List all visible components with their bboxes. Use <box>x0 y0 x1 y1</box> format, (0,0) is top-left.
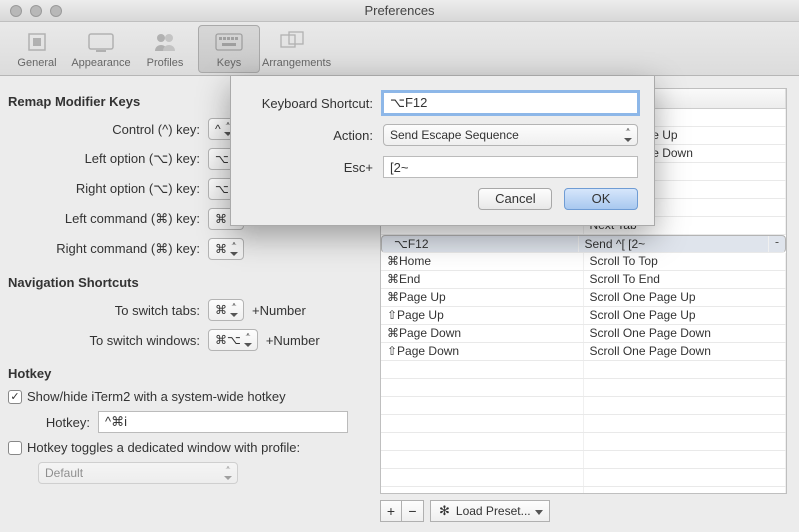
showhide-checkbox[interactable] <box>8 390 22 404</box>
cell-key <box>381 433 584 450</box>
cell-action <box>584 451 787 468</box>
profiles-icon <box>149 29 181 55</box>
appearance-icon <box>85 29 117 55</box>
tab-general[interactable]: General <box>6 26 68 72</box>
tab-keys[interactable]: Keys <box>198 25 260 73</box>
cell-action: Send ^[ [2~ <box>579 236 770 252</box>
table-row[interactable] <box>381 415 786 433</box>
remap-label: Right command (⌘) key: <box>8 241 208 257</box>
ok-button[interactable]: OK <box>564 188 638 210</box>
table-row[interactable] <box>381 469 786 487</box>
tab-label: Profiles <box>134 57 196 69</box>
cell-action: Scroll To End <box>584 271 787 288</box>
cell-action <box>584 397 787 414</box>
window-title: Preferences <box>0 3 799 18</box>
action-select[interactable]: Send Escape Sequence <box>383 124 638 146</box>
cell-key: ⇧Page Up <box>381 307 584 324</box>
cell-key <box>381 415 584 432</box>
table-row[interactable]: ⌘Page DownScroll One Page Down <box>381 325 786 343</box>
table-row[interactable] <box>381 433 786 451</box>
table-row[interactable]: ⌘Page UpScroll One Page Up <box>381 289 786 307</box>
remap-label: Right option (⌥) key: <box>8 181 208 197</box>
table-row[interactable]: ⌘EndScroll To End <box>381 271 786 289</box>
profile-select[interactable]: Default <box>38 462 238 484</box>
hotkey-title: Hotkey <box>8 366 370 381</box>
tab-appearance[interactable]: Appearance <box>70 26 132 72</box>
toggle-window-checkbox[interactable] <box>8 441 22 455</box>
table-row[interactable]: ⌥F12Send ^[ [2~ <box>381 235 786 253</box>
tab-label: Arrangements <box>262 57 324 69</box>
tab-label: Keys <box>199 57 259 69</box>
table-row[interactable]: ⇧Page DownScroll One Page Down <box>381 343 786 361</box>
remove-mapping-button[interactable]: − <box>402 500 424 522</box>
switch-tabs-select[interactable]: ⌘ <box>208 299 244 321</box>
load-preset-button[interactable]: ✻ Load Preset... <box>430 500 550 522</box>
edit-keymap-sheet: Keyboard Shortcut: ⌥F12 Action: Send Esc… <box>230 76 655 226</box>
tab-arrangements[interactable]: Arrangements <box>262 26 324 72</box>
table-row[interactable]: ⌘HomeScroll To Top <box>381 253 786 271</box>
table-row[interactable] <box>381 379 786 397</box>
switch-tabs-label: To switch tabs: <box>8 303 208 318</box>
add-mapping-button[interactable]: + <box>380 500 402 522</box>
remap-label: Control (^) key: <box>8 122 208 137</box>
cell-key <box>381 361 584 378</box>
esc-field[interactable]: [2~ <box>383 156 638 178</box>
cell-action <box>584 415 787 432</box>
table-row[interactable] <box>381 451 786 469</box>
arrangements-icon <box>277 29 309 55</box>
cell-action <box>584 379 787 396</box>
switch-tabs-suffix: +Number <box>252 303 306 318</box>
switch-windows-suffix: +Number <box>266 333 320 348</box>
cell-key <box>381 487 584 493</box>
shortcut-field[interactable]: ⌥F12 <box>383 92 638 114</box>
cell-action <box>584 469 787 486</box>
cell-key <box>381 379 584 396</box>
gear-icon: ✻ <box>439 503 450 519</box>
table-row[interactable]: ⇧Page UpScroll One Page Up <box>381 307 786 325</box>
cell-action <box>584 487 787 493</box>
tab-label: Appearance <box>70 57 132 69</box>
cell-key <box>381 397 584 414</box>
toggle-window-label: Hotkey toggles a dedicated window with p… <box>27 440 300 455</box>
load-preset-label: Load Preset... <box>456 504 531 518</box>
remap-select[interactable]: ⌘ <box>208 238 244 260</box>
cell-key: ⌘Page Up <box>381 289 584 306</box>
cell-key <box>381 469 584 486</box>
pref-toolbar: General Appearance Profiles Keys Arrange… <box>0 22 799 76</box>
cell-action: Scroll One Page Down <box>584 325 787 342</box>
cell-key: ⇧Page Down <box>381 343 584 360</box>
table-row[interactable] <box>381 397 786 415</box>
cell-action: Scroll One Page Down <box>584 343 787 360</box>
cell-action <box>584 361 787 378</box>
cell-action: Scroll To Top <box>584 253 787 270</box>
tab-label: General <box>6 57 68 69</box>
cell-key: ⌥F12 <box>388 236 579 252</box>
switch-windows-label: To switch windows: <box>8 333 208 348</box>
action-label: Action: <box>243 128 383 143</box>
shortcut-label: Keyboard Shortcut: <box>243 96 383 111</box>
table-row[interactable] <box>381 487 786 493</box>
cell-action: Scroll One Page Up <box>584 289 787 306</box>
table-row[interactable] <box>381 361 786 379</box>
general-icon <box>21 29 53 55</box>
cell-key: ⌘Page Down <box>381 325 584 342</box>
titlebar: Preferences <box>0 0 799 22</box>
cell-key <box>381 451 584 468</box>
nav-title: Navigation Shortcuts <box>8 275 370 290</box>
hotkey-field[interactable]: ^⌘i <box>98 411 348 433</box>
cell-key: ⌘End <box>381 271 584 288</box>
tab-profiles[interactable]: Profiles <box>134 26 196 72</box>
keys-icon <box>213 29 245 55</box>
remap-label: Left option (⌥) key: <box>8 151 208 167</box>
cell-key: ⌘Home <box>381 253 584 270</box>
cancel-button[interactable]: Cancel <box>478 188 552 210</box>
esc-label: Esc+ <box>243 160 383 175</box>
remap-label: Left command (⌘) key: <box>8 211 208 227</box>
switch-windows-select[interactable]: ⌘⌥ <box>208 329 258 351</box>
cell-action: Scroll One Page Up <box>584 307 787 324</box>
hotkey-field-label: Hotkey: <box>8 415 98 430</box>
cell-action <box>584 433 787 450</box>
showhide-label: Show/hide iTerm2 with a system-wide hotk… <box>27 389 286 404</box>
